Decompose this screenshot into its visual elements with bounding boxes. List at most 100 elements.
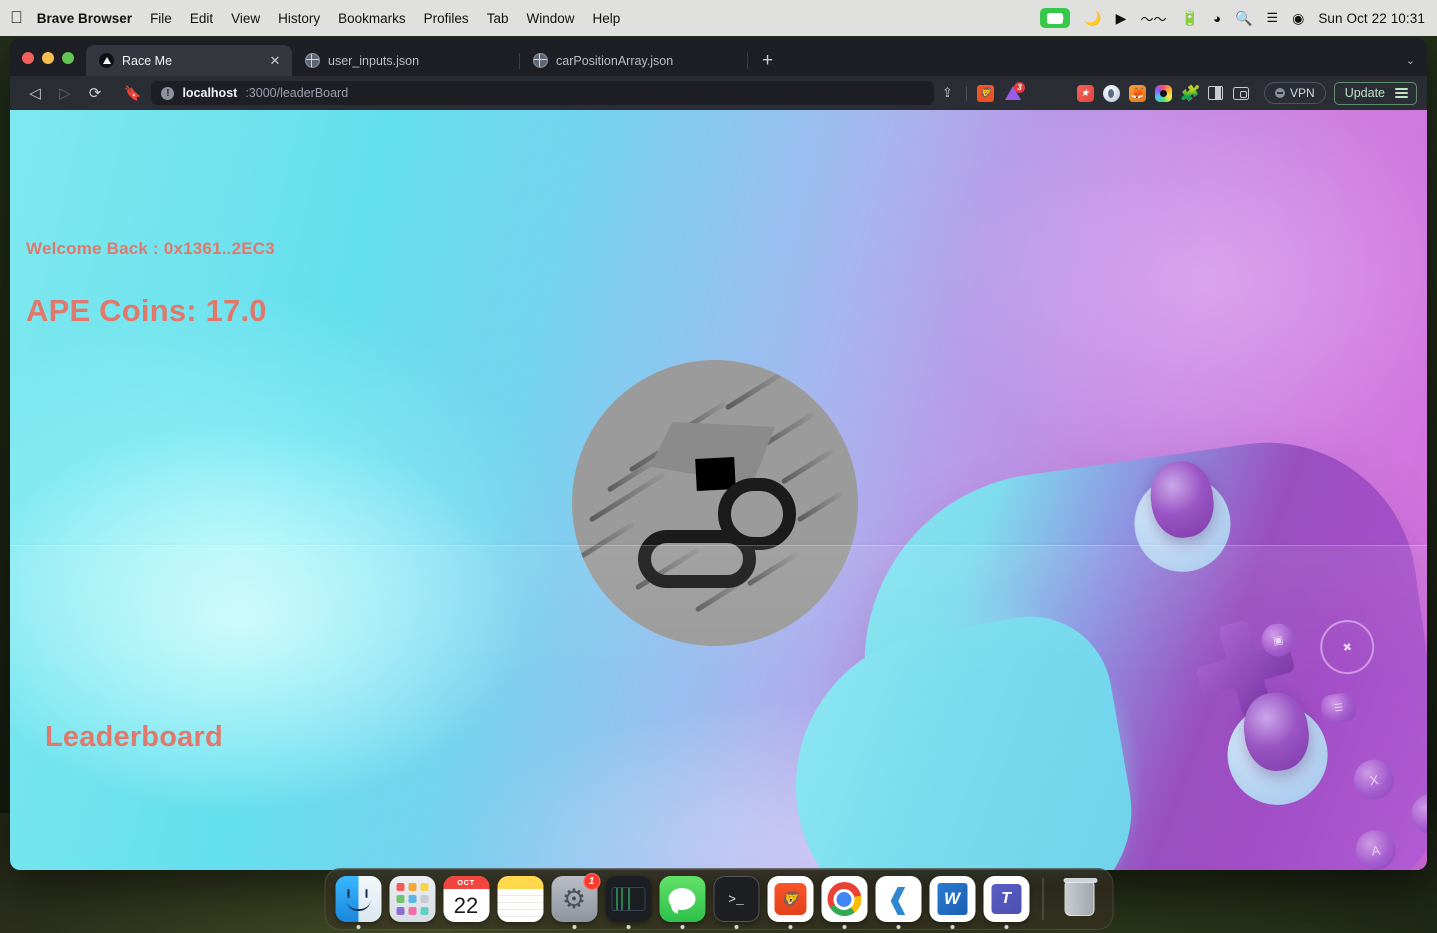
vpn-status-icon [1275, 88, 1285, 98]
spotlight-search-icon[interactable]: 🔍 [1235, 10, 1252, 27]
tab-label: Race Me [122, 53, 173, 68]
close-window-button[interactable] [22, 52, 34, 64]
shazam-icon[interactable]: 〜〜 [1140, 9, 1166, 28]
notes-icon [497, 876, 543, 922]
menu-item-view[interactable]: View [231, 11, 260, 26]
screen-recording-icon[interactable] [1040, 8, 1071, 28]
battery-icon[interactable]: 🔋 [1180, 9, 1199, 27]
tab-strip: Race Me ✕ user_inputs.json carPositionAr… [10, 38, 1427, 76]
menu-app-name[interactable]: Brave Browser [37, 11, 132, 26]
minimize-window-button[interactable] [42, 52, 54, 64]
ext-white-orb-icon[interactable] [1098, 81, 1124, 105]
dock-item-system-settings[interactable]: ⚙ 1 [551, 873, 600, 929]
dock-item-chrome[interactable] [821, 876, 867, 929]
macos-menu-bar:  Brave Browser File Edit View History B… [0, 0, 1437, 36]
forward-button[interactable]: ▷ [50, 86, 80, 101]
menu-item-profiles[interactable]: Profiles [424, 11, 469, 26]
running-indicator [572, 925, 576, 929]
update-button[interactable]: Update [1333, 81, 1417, 105]
metamask-fox-icon[interactable]: 🦊 [1124, 81, 1150, 105]
dock-item-calendar[interactable]: OCT 22 [443, 876, 489, 922]
dpad-icon [1186, 610, 1305, 729]
brave-lion-icon: 🦁 [767, 876, 813, 922]
ape-coins-balance: APE Coins: 17.0 [26, 293, 267, 328]
menu-item-help[interactable]: Help [592, 11, 620, 26]
toolbar-actions: ⇪ 🦁 3 ★ 🦊 🧩 VPN Update [934, 81, 1417, 105]
siri-icon[interactable]: ◉ [1292, 10, 1304, 27]
tab-close-icon[interactable]: ✕ [268, 53, 282, 69]
brave-browser-window: Race Me ✕ user_inputs.json carPositionAr… [10, 38, 1427, 870]
puzzle-piece-icon[interactable]: 🧩 [1176, 81, 1202, 105]
brave-shields-icon[interactable]: 🦁 [972, 81, 999, 105]
running-indicator [788, 925, 792, 929]
calendar-day: 22 [453, 892, 479, 918]
vpn-label: VPN [1290, 86, 1315, 100]
do-not-disturb-icon[interactable]: 🌙 [1084, 10, 1101, 27]
address-bar[interactable]: ! localhost :3000/leaderBoard [151, 81, 934, 105]
bookmark-icon[interactable]: 🔖 [124, 85, 141, 102]
dock-item-activity-monitor[interactable] [605, 876, 651, 929]
menu-bar-clock[interactable]: Sun Oct 22 10:31 [1318, 11, 1425, 26]
tab-race-me[interactable]: Race Me ✕ [86, 45, 292, 76]
running-indicator [680, 925, 684, 929]
menu-item-bookmarks[interactable]: Bookmarks [338, 11, 406, 26]
running-indicator [356, 925, 360, 929]
running-indicator [950, 925, 954, 929]
apple-icon[interactable]:  [10, 9, 23, 26]
tab-car-position-array-json[interactable]: carPositionArray.json [520, 45, 748, 76]
site-info-icon[interactable]: ! [161, 86, 175, 100]
ext-red-icon[interactable]: ★ [1072, 81, 1098, 105]
reload-button[interactable]: ⟳ [80, 86, 110, 101]
vpn-button[interactable]: VPN [1264, 82, 1326, 104]
menu-item-history[interactable]: History [278, 11, 320, 26]
dock-item-teams[interactable]: T [983, 876, 1029, 929]
hamburger-menu-icon[interactable] [1395, 88, 1408, 98]
leaderboard-title: Leaderboard [45, 721, 223, 753]
dock-separator [1042, 878, 1043, 920]
share-icon[interactable]: ⇪ [934, 81, 961, 105]
new-tab-button[interactable]: + [748, 51, 787, 76]
word-icon: W [929, 876, 975, 922]
menu-item-edit[interactable]: Edit [190, 11, 213, 26]
dock-item-notes[interactable] [497, 876, 543, 922]
dock-item-vscode[interactable]: ❰ [875, 876, 921, 929]
macos-dock: OCT 22 ⚙ 1 >_ 🦁 ❰ W T [324, 868, 1113, 930]
tab-separator [747, 53, 748, 69]
menu-item-window[interactable]: Window [526, 11, 574, 26]
rainbow-wallet-icon[interactable] [1150, 81, 1176, 105]
globe-icon [533, 53, 548, 68]
menu-item-file[interactable]: File [150, 11, 172, 26]
running-indicator [626, 925, 630, 929]
background-glow-left [10, 410, 550, 830]
vscode-icon: ❰ [875, 876, 921, 922]
dock-item-messages[interactable] [659, 876, 705, 929]
back-button[interactable]: ◁ [20, 86, 50, 101]
wifi-icon[interactable]: ◕ [1213, 11, 1221, 26]
tab-search-chevron-icon[interactable]: ⌄ [1406, 54, 1427, 76]
messages-icon [659, 876, 705, 922]
update-label: Update [1344, 86, 1385, 100]
running-indicator [1004, 925, 1008, 929]
dock-item-finder[interactable] [335, 876, 381, 929]
calendar-month: OCT [443, 876, 489, 889]
word-letter: W [937, 883, 967, 915]
control-center-icon[interactable]: ☰ [1266, 10, 1278, 26]
nft-image[interactable] [572, 360, 858, 646]
dock-item-brave[interactable]: 🦁 [767, 876, 813, 929]
dock-item-launchpad[interactable] [389, 876, 435, 922]
dock-item-word[interactable]: W [929, 876, 975, 929]
menu-item-tab[interactable]: Tab [487, 11, 509, 26]
globe-icon [305, 53, 320, 68]
extension-triangle-icon[interactable]: 3 [999, 81, 1026, 105]
sidebar-panel-icon[interactable] [1202, 81, 1228, 105]
dock-item-terminal[interactable]: >_ [713, 876, 759, 929]
terminal-icon: >_ [713, 876, 759, 922]
url-path: :3000/leaderBoard [245, 86, 349, 100]
zoom-window-button[interactable] [62, 52, 74, 64]
dock-item-trash[interactable] [1056, 876, 1102, 922]
wallet-icon[interactable] [1228, 81, 1254, 105]
running-indicator [896, 925, 900, 929]
tab-user-inputs-json[interactable]: user_inputs.json [292, 45, 520, 76]
launchpad-icon [389, 876, 435, 922]
now-playing-icon[interactable]: ▶︎ [1116, 10, 1127, 27]
